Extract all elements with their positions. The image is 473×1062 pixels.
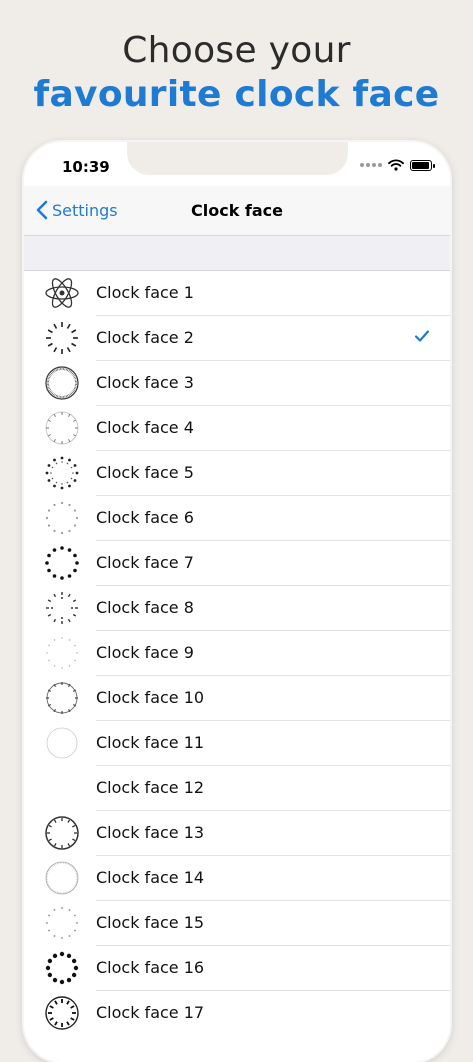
list-item[interactable]: Clock face 16 (96, 946, 450, 991)
list-item[interactable]: Clock face 9 (96, 631, 450, 676)
clock-face-row[interactable]: Clock face 13 (24, 811, 450, 856)
clock-face-list: Clock face 1 Clock face 2 Clock face 3 Cloc… (24, 271, 450, 1036)
clock-face-label: Clock face 4 (96, 418, 194, 437)
list-item[interactable]: Clock face 1 (96, 271, 450, 316)
clock-faint-ring-icon (44, 725, 80, 761)
list-item[interactable]: Clock face 15 (96, 901, 450, 946)
list-item[interactable]: Clock face 7 (96, 541, 450, 586)
list-item[interactable]: Clock face 2 (96, 316, 450, 361)
status-icons (360, 158, 432, 172)
clock-face-label: Clock face 11 (96, 733, 204, 752)
clock-face-label: Clock face 7 (96, 553, 194, 572)
clock-minute-ring-icon (44, 680, 80, 716)
clock-light-numerals-icon (44, 500, 80, 536)
clock-face-label: Clock face 14 (96, 868, 204, 887)
clock-face-row[interactable]: Clock face 1 (24, 271, 450, 316)
clock-face-row[interactable]: Clock face 2 (24, 316, 450, 361)
clock-face-label: Clock face 9 (96, 643, 194, 662)
clock-mixed-icon (44, 590, 80, 626)
clock-face-label: Clock face 15 (96, 913, 204, 932)
clock-dial-icon (44, 365, 80, 401)
battery-icon (410, 160, 432, 171)
checkmark-icon (414, 328, 430, 344)
clock-roman-ring-icon (44, 995, 80, 1031)
clock-face-row[interactable]: Clock face 12 (24, 766, 450, 811)
clock-face-row[interactable]: Clock face 5 (24, 451, 450, 496)
clock-face-label: Clock face 1 (96, 283, 194, 302)
clock-face-label: Clock face 10 (96, 688, 204, 707)
clock-face-row[interactable]: Clock face 17 (24, 991, 450, 1036)
phone-notch (127, 142, 348, 175)
clock-face-label: Clock face 2 (96, 328, 194, 347)
list-item[interactable]: Clock face 6 (96, 496, 450, 541)
clock-face-label: Clock face 6 (96, 508, 194, 527)
clock-face-row[interactable]: Clock face 4 (24, 406, 450, 451)
clock-face-label: Clock face 16 (96, 958, 204, 977)
list-item[interactable]: Clock face 12 (96, 766, 450, 811)
list-item[interactable]: Clock face 4 (96, 406, 450, 451)
clock-face-label: Clock face 8 (96, 598, 194, 617)
clock-large-numerals-icon (44, 950, 80, 986)
clock-face-row[interactable]: Clock face 16 (24, 946, 450, 991)
wifi-icon (388, 159, 404, 171)
list-item[interactable]: Clock face 17 (96, 991, 450, 1035)
clock-face-row[interactable]: Clock face 14 (24, 856, 450, 901)
clock-face-label: Clock face 12 (96, 778, 204, 797)
phone-screen: 10:39 Settings Clock face Clock face 1Cl… (24, 142, 450, 1062)
clock-face-label: Clock face 13 (96, 823, 204, 842)
headline-line-1: Choose your (0, 30, 473, 71)
clock-face-label: Clock face 3 (96, 373, 194, 392)
clock-face-label: Clock face 5 (96, 463, 194, 482)
list-item[interactable]: Clock face 14 (96, 856, 450, 901)
clock-face-label: Clock face 17 (96, 1003, 204, 1022)
clock-fine-ring-icon (44, 860, 80, 896)
clock-numerals-icon (44, 455, 80, 491)
status-time: 10:39 (62, 158, 110, 176)
clock-thin-dial-icon (44, 410, 80, 446)
clock-sparse-numerals-icon (44, 905, 80, 941)
page-title: Clock face (24, 201, 450, 220)
list-item[interactable]: Clock face 5 (96, 451, 450, 496)
clock-face-row[interactable]: Clock face 3 (24, 361, 450, 406)
list-item[interactable]: Clock face 13 (96, 811, 450, 856)
clock-face-row[interactable]: Clock face 10 (24, 676, 450, 721)
clock-dots-icon (44, 545, 80, 581)
headline-line-2: favourite clock face (0, 74, 473, 115)
cellular-signal-icon (360, 163, 382, 167)
list-item[interactable]: Clock face 8 (96, 586, 450, 631)
clock-face-row[interactable]: Clock face 15 (24, 901, 450, 946)
clock-ticks-icon (44, 320, 80, 356)
list-item[interactable]: Clock face 10 (96, 676, 450, 721)
clock-bold-ring-icon (44, 815, 80, 851)
clock-face-row[interactable]: Clock face 9 (24, 631, 450, 676)
section-header (24, 236, 450, 271)
navigation-bar: Settings Clock face (24, 186, 450, 236)
list-item[interactable]: Clock face 3 (96, 361, 450, 406)
list-item[interactable]: Clock face 11 (96, 721, 450, 766)
atom-icon (44, 275, 80, 311)
clock-face-row[interactable]: Clock face 6 (24, 496, 450, 541)
clock-face-row[interactable]: Clock face 11 (24, 721, 450, 766)
clock-face-row[interactable]: Clock face 7 (24, 541, 450, 586)
clock-face-row[interactable]: Clock face 8 (24, 586, 450, 631)
clock-faint-dots-icon (44, 635, 80, 671)
